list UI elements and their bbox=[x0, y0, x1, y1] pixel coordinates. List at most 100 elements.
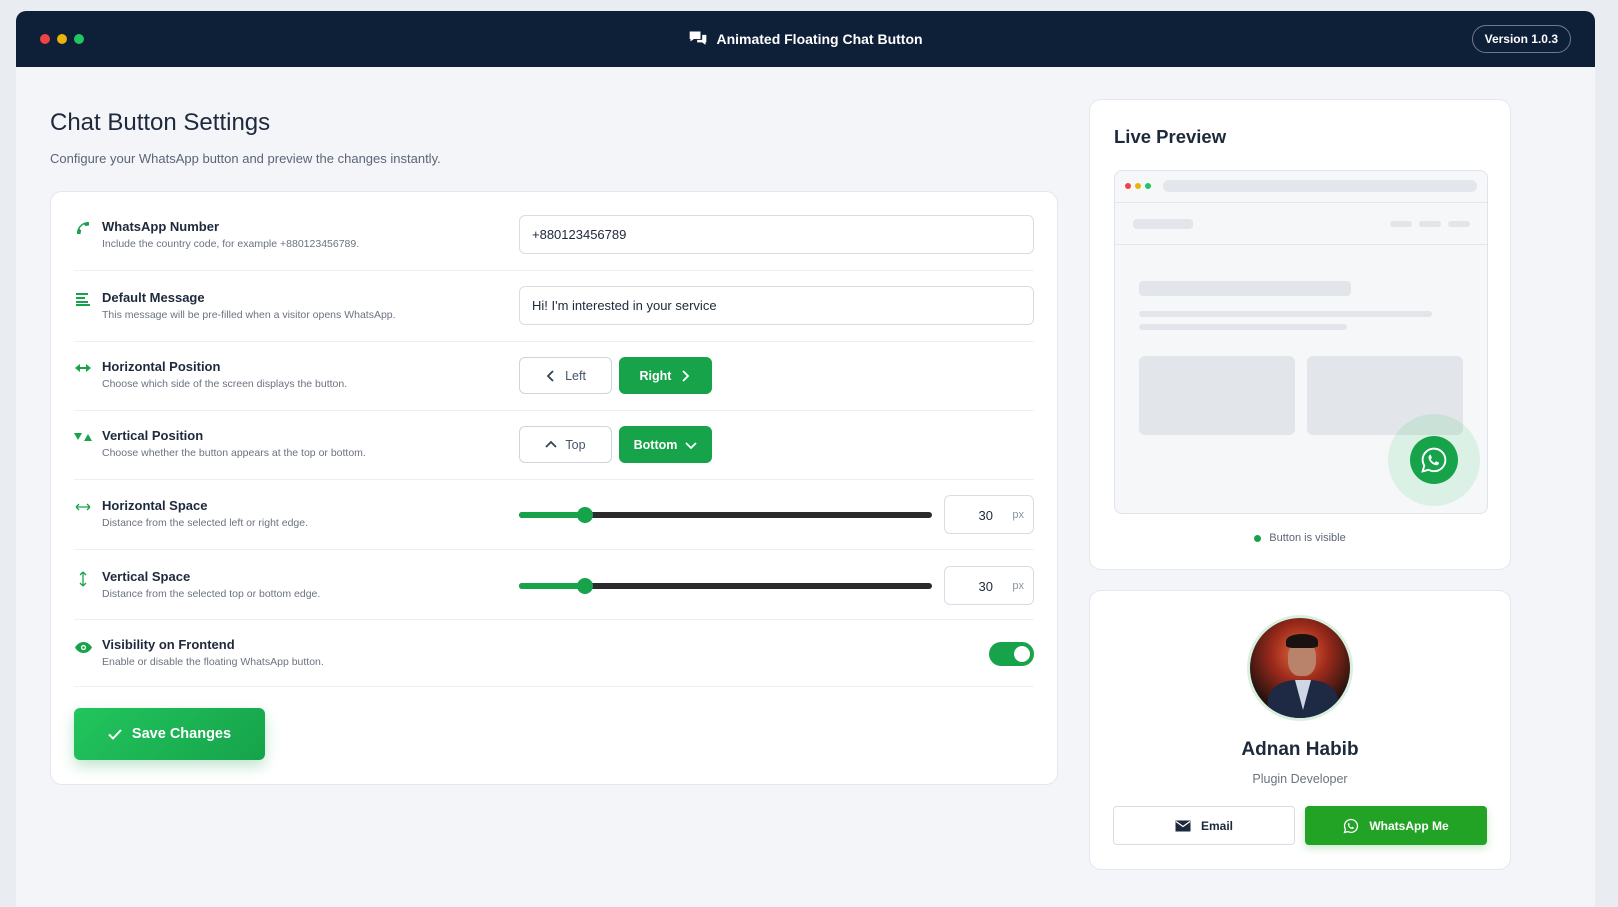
default-message-label: Default Message bbox=[102, 290, 205, 305]
title-bar: Animated Floating Chat Button Version 1.… bbox=[16, 11, 1595, 67]
email-button-label: Email bbox=[1200, 818, 1233, 833]
skeleton-nav-item bbox=[1419, 221, 1441, 227]
setting-whatsapp-number: WhatsApp Number Include the country code… bbox=[74, 192, 1034, 271]
whatsapp-icon bbox=[1343, 818, 1359, 833]
vertical-space-number-input[interactable]: 30 px bbox=[944, 566, 1034, 605]
avatar bbox=[1247, 615, 1353, 721]
floating-whatsapp-button[interactable] bbox=[1410, 436, 1458, 484]
visibility-status: Button is visible bbox=[1090, 532, 1510, 544]
vertical-arrows-icon bbox=[74, 428, 92, 446]
default-message-description: This message will be pre-filled when a v… bbox=[102, 309, 396, 321]
horizontal-space-unit: px bbox=[1012, 509, 1024, 521]
position-left-label: Left bbox=[565, 368, 586, 383]
skeleton-nav-item bbox=[1390, 221, 1412, 227]
horizontal-position-label: Horizontal Position bbox=[102, 359, 221, 374]
skeleton-nav-item bbox=[1448, 221, 1470, 227]
status-dot bbox=[1254, 534, 1262, 542]
vertical-space-icon bbox=[74, 570, 92, 588]
horizontal-space-slider[interactable] bbox=[519, 507, 932, 523]
developer-profile-card: Adnan Habib Plugin Developer Email Whats… bbox=[1089, 590, 1511, 870]
slider-fill bbox=[519, 512, 586, 518]
mockup-dot bbox=[1125, 183, 1131, 189]
chevron-left-icon bbox=[546, 369, 554, 382]
settings-header: Chat Button Settings Configure your What… bbox=[50, 109, 441, 166]
app-title-text: Animated Floating Chat Button bbox=[716, 31, 923, 47]
horizontal-position-description: Choose which side of the screen displays… bbox=[102, 378, 348, 390]
chevron-down-icon bbox=[685, 441, 698, 449]
vertical-position-description: Choose whether the button appears at the… bbox=[102, 447, 366, 459]
skeleton-logo bbox=[1133, 219, 1193, 229]
default-message-input[interactable] bbox=[519, 286, 1034, 325]
setting-visibility: Visibility on Frontend Enable or disable… bbox=[74, 620, 1034, 687]
whatsapp-me-button[interactable]: WhatsApp Me bbox=[1305, 806, 1487, 845]
skeleton-line bbox=[1139, 311, 1432, 317]
eye-icon bbox=[74, 638, 92, 656]
avatar-hair bbox=[1286, 634, 1318, 648]
vertical-space-slider[interactable] bbox=[519, 578, 932, 594]
position-top-label: Top bbox=[565, 437, 586, 452]
horizontal-space-label: Horizontal Space bbox=[102, 498, 208, 513]
page-title: Chat Button Settings bbox=[50, 109, 271, 136]
version-badge: Version 1.0.3 bbox=[1471, 25, 1571, 53]
whatsapp-number-input[interactable] bbox=[519, 215, 1034, 254]
horizontal-space-number-input[interactable]: 30 px bbox=[944, 495, 1034, 534]
whatsapp-number-description: Include the country code, for example +8… bbox=[102, 238, 360, 250]
position-right-button[interactable]: Right bbox=[619, 357, 712, 394]
vertical-space-value: 30 bbox=[978, 579, 993, 594]
mockup-dot bbox=[1135, 183, 1141, 189]
page-subtitle: Configure your WhatsApp button and previ… bbox=[50, 151, 441, 166]
mockup-dot bbox=[1145, 183, 1151, 189]
mockup-nav bbox=[1115, 203, 1487, 245]
mockup-url-bar bbox=[1163, 180, 1477, 192]
toggle-knob bbox=[1014, 646, 1030, 662]
slider-thumb[interactable] bbox=[577, 507, 594, 523]
developer-name: Adnan Habib bbox=[1241, 739, 1359, 760]
setting-horizontal-position: Horizontal Position Choose which side of… bbox=[74, 342, 1034, 411]
setting-vertical-space: Vertical Space Distance from the selecte… bbox=[74, 550, 1034, 620]
phone-icon bbox=[74, 219, 92, 237]
lines-icon bbox=[74, 290, 92, 308]
app-title: Animated Floating Chat Button bbox=[16, 11, 1595, 67]
envelope-icon bbox=[1175, 820, 1191, 831]
visibility-status-text: Button is visible bbox=[1269, 532, 1346, 544]
app-window: Animated Floating Chat Button Version 1.… bbox=[16, 11, 1595, 907]
chevron-up-icon bbox=[545, 440, 558, 448]
settings-card: WhatsApp Number Include the country code… bbox=[50, 191, 1058, 785]
live-preview-card: Live Preview Button is visible bbox=[1089, 99, 1511, 570]
vertical-space-unit: px bbox=[1012, 580, 1024, 592]
check-icon bbox=[108, 729, 122, 740]
horizontal-arrows-icon bbox=[74, 359, 92, 377]
position-right-label: Right bbox=[639, 368, 672, 383]
setting-vertical-position: Vertical Position Choose whether the but… bbox=[74, 411, 1034, 480]
vertical-space-description: Distance from the selected top or bottom… bbox=[102, 588, 321, 600]
chevron-right-icon bbox=[682, 369, 690, 382]
email-button[interactable]: Email bbox=[1113, 806, 1295, 845]
chat-bubbles-icon bbox=[690, 31, 707, 45]
horizontal-space-value: 30 bbox=[978, 508, 993, 523]
skeleton-block bbox=[1139, 356, 1295, 435]
position-top-button[interactable]: Top bbox=[519, 426, 612, 463]
developer-role: Plugin Developer bbox=[1252, 772, 1348, 786]
slider-fill bbox=[519, 583, 586, 589]
vertical-space-label: Vertical Space bbox=[102, 569, 191, 584]
visibility-toggle[interactable] bbox=[989, 642, 1034, 666]
live-preview-title: Live Preview bbox=[1114, 126, 1227, 147]
skeleton-heading bbox=[1139, 281, 1351, 296]
position-left-button[interactable]: Left bbox=[519, 357, 612, 394]
vertical-position-label: Vertical Position bbox=[102, 428, 204, 443]
preview-browser-mockup bbox=[1114, 170, 1488, 514]
whatsapp-me-label: WhatsApp Me bbox=[1369, 818, 1449, 833]
visibility-description: Enable or disable the floating WhatsApp … bbox=[102, 656, 324, 668]
visibility-label: Visibility on Frontend bbox=[102, 637, 235, 652]
position-bottom-label: Bottom bbox=[633, 437, 678, 452]
save-changes-label: Save Changes bbox=[131, 726, 232, 742]
horizontal-space-description: Distance from the selected left or right… bbox=[102, 517, 309, 529]
setting-default-message: Default Message This message will be pre… bbox=[74, 271, 1034, 342]
skeleton-line bbox=[1139, 324, 1347, 330]
horizontal-space-icon bbox=[74, 498, 92, 516]
position-bottom-button[interactable]: Bottom bbox=[619, 426, 712, 463]
whatsapp-number-label: WhatsApp Number bbox=[102, 219, 219, 234]
slider-thumb[interactable] bbox=[577, 578, 594, 594]
save-changes-button[interactable]: Save Changes bbox=[74, 708, 265, 760]
whatsapp-icon bbox=[1421, 447, 1447, 473]
